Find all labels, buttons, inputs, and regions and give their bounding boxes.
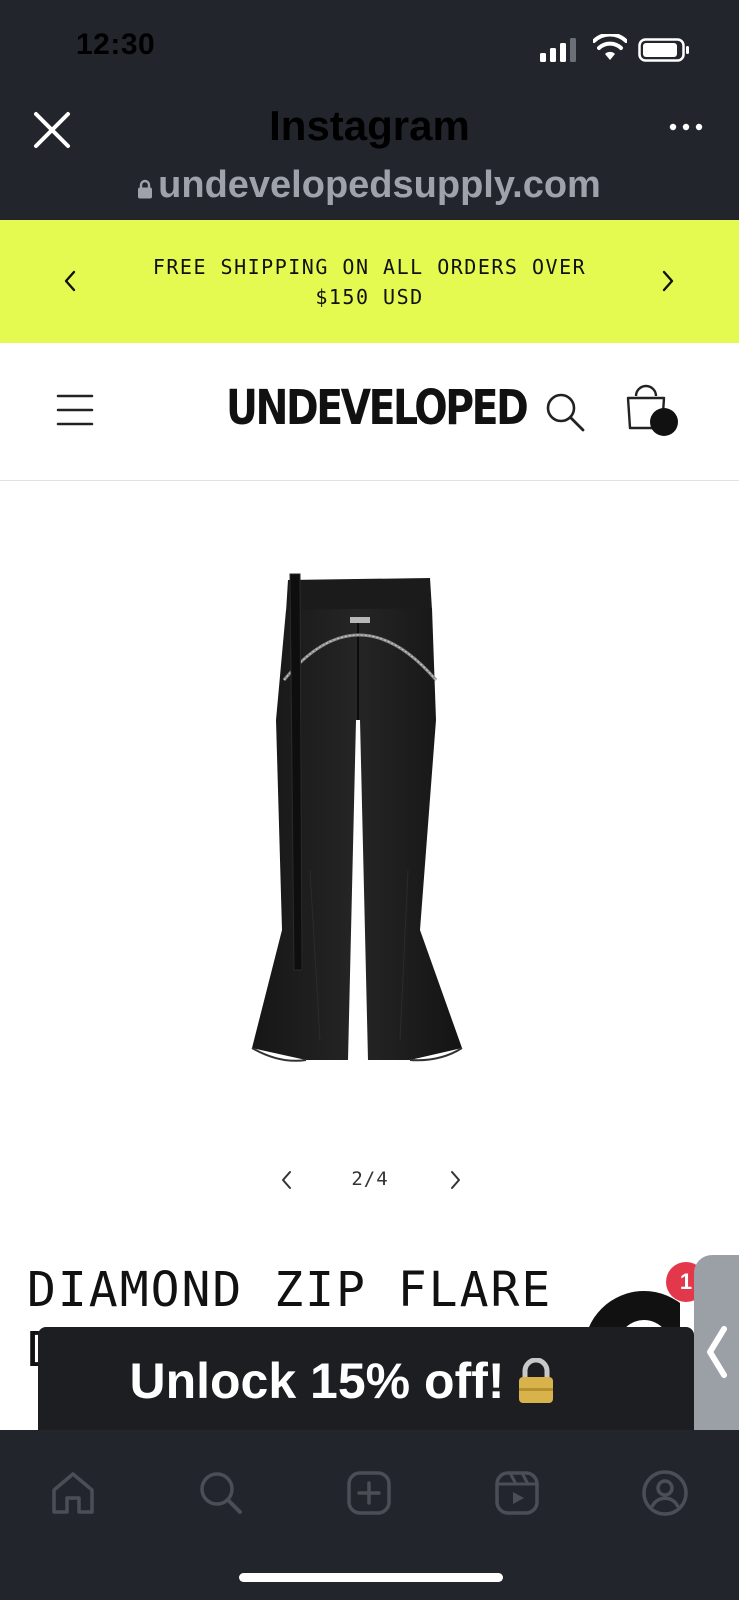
reels-icon[interactable] [492, 1468, 542, 1518]
home-icon[interactable] [48, 1468, 98, 1518]
shopping-bag-icon[interactable] [624, 378, 680, 440]
announcement-line-2: $150 USD [315, 285, 424, 309]
home-indicator [239, 1573, 503, 1582]
search-icon[interactable] [543, 390, 587, 434]
promo-label: Unlock 15% off! [129, 1353, 505, 1409]
create-icon[interactable] [344, 1468, 394, 1518]
url-text: undevelopedsupply.com [158, 164, 601, 206]
hamburger-menu-icon[interactable] [52, 390, 96, 430]
url-bar[interactable]: undevelopedsupply.com [0, 164, 739, 207]
product-title-line-1: DIAMOND ZIP FLARE [27, 1262, 553, 1318]
site-logo[interactable]: UNDEVELOPED [226, 380, 529, 436]
announcement-text: FREE SHIPPING ON ALL ORDERS OVER $150 US… [130, 252, 609, 312]
wifi-icon [593, 34, 627, 60]
profile-icon[interactable] [640, 1468, 690, 1518]
lock-icon [138, 179, 153, 199]
battery-icon [638, 38, 689, 62]
product-image[interactable] [240, 570, 480, 1085]
padlock-icon [518, 1358, 553, 1403]
announcement-line-1: FREE SHIPPING ON ALL ORDERS OVER [152, 255, 587, 279]
chevron-right-icon[interactable] [654, 262, 682, 300]
chevron-left-icon [707, 1326, 727, 1378]
cellular-signal-icon [540, 38, 576, 62]
chevron-left-icon[interactable] [56, 262, 84, 300]
status-time: 12:30 [76, 28, 156, 61]
promo-text[interactable]: Unlock 15% off! [38, 1352, 648, 1410]
gallery-next-icon[interactable] [444, 1166, 466, 1194]
browser-title: Instagram [269, 102, 470, 149]
gallery-prev-icon[interactable] [276, 1166, 298, 1194]
search-icon[interactable] [196, 1468, 246, 1518]
more-options-icon[interactable] [668, 112, 704, 142]
gallery-counter: 2/4 [351, 1168, 389, 1190]
